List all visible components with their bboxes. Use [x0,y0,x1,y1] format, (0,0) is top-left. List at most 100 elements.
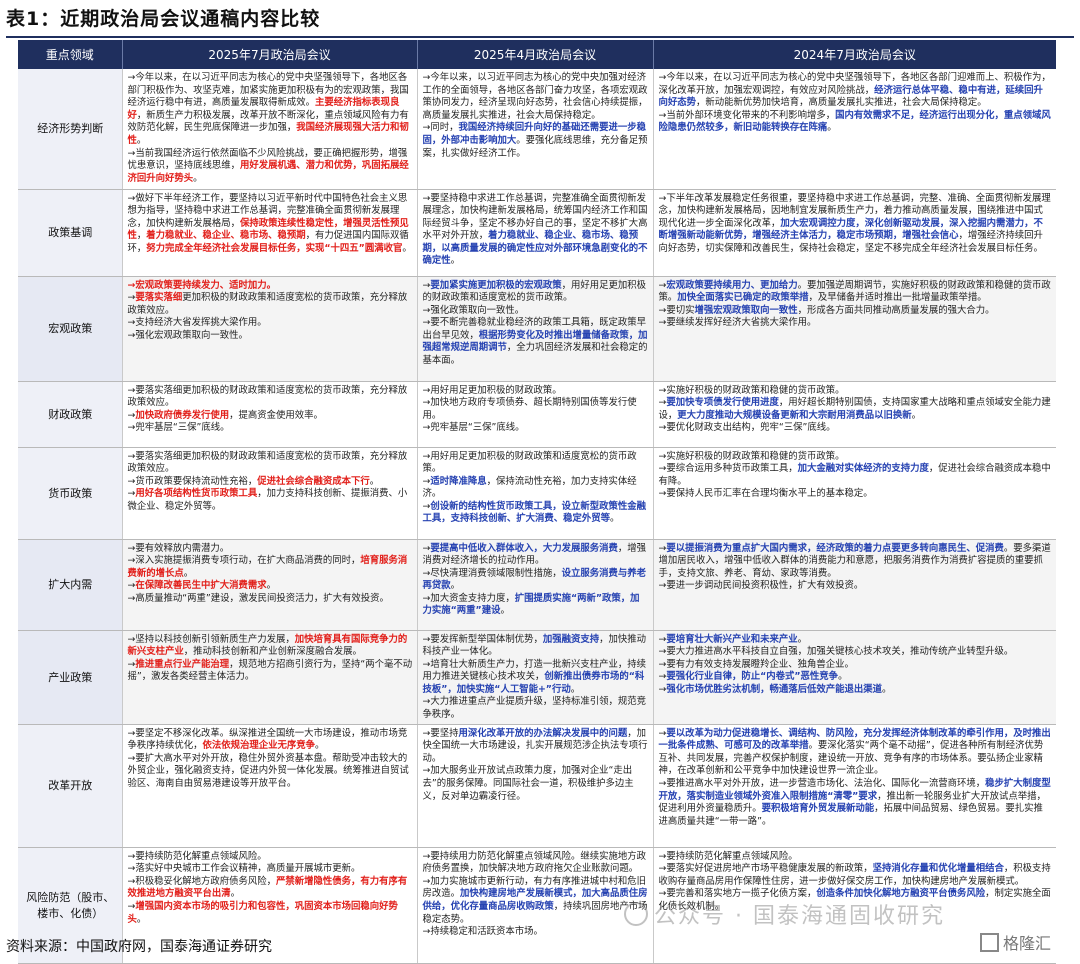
cell-paragraph: →要持续防范化解重点领域风险。 [659,851,1053,864]
cell-text: →货币政策要保持流动性充裕， [127,475,258,487]
cell-text: →要发挥新型举国体制优势， [422,633,543,645]
cell-paragraph: →当前外部环境变化带来的不利影响增多，国内有效需求不足，经济运行出现分化，重点领… [659,110,1053,135]
cell-text: →兜牢基层“三保”底线。 [127,422,230,434]
cell-paragraph: →高质量推动“两重”建设，激发民间投资活力，扩大有效投资。 [128,593,413,606]
row-area-label: 财政政策 [18,381,123,448]
cell-paragraph: →要扩大高水平对外开放，稳住外贸外资基本盘。帮助受冲击较大的外贸企业，强化融资支… [128,753,413,791]
cell-text: →要落实好促进房地产市场平稳健康发展的新政策， [658,863,873,875]
cell-paragraph: →兜牢基层“三保”底线。 [423,422,649,435]
highlight-blue-text: 要以提振消费为重点扩大国内需求，经济政策的着力点要更多转向惠民生、促消费 [666,542,1004,554]
cell-text: →深入实施提振消费专项行动，在扩大商品消费的同时， [127,555,361,567]
highlight-red-text: 增强国内资本市场的吸引力和包容性，巩固资本市场回稳向好势头 [127,901,398,925]
cell-paragraph: →加快政府债券发行使用，提高资金使用效率。 [128,410,413,423]
highlight-blue-text: 宏观政策要持续用力、更加给力 [666,279,798,291]
cell-col-2025-07: →要落实落细更加积极的财政政策和适度宽松的货币政策，充分释放政策效应。 →货币政策… [122,447,418,540]
cell-paragraph: →当前我国经济运行依然面临不少风险挑战，要正确把握形势，增强忧患意识，坚持底线思… [128,148,413,186]
cell-paragraph: →要落实落细更加积极的财政政策和适度宽松的货币政策，充分释放政策效应。 [128,451,413,476]
cell-text: ，及早储备并适时推出一批增量政策举措。 [808,292,987,304]
cell-col-2025-07: →做好下半年经济工作，要坚持以习近平新时代中国特色社会主义思想为指导，坚持稳中求… [122,189,418,277]
highlight-red-text: 在保障改善民生中扩大消费需求 [135,580,267,592]
cell-paragraph: →持续稳定和活跃资本市场。 [423,926,649,939]
cell-text: →要落实落细更加积极的财政政策和适度宽松的货币政策，充分释放政策效应。 [127,384,408,409]
cell-text: 。 [450,580,461,592]
highlight-blue-text: 加快全面落实已确定的政策举措 [677,292,809,304]
highlight-blue-text: 用深化改革开放的办法解决发展中的问题 [458,727,628,739]
cell-text: →加快地方政府专项债券、超长期特别国债等发行使用。 [422,397,637,421]
cell-text: →要切实 [658,304,695,316]
cell-text: →要继续发挥好经济大省挑大梁作用。 [658,317,817,329]
table-row: 扩大内需 →要有效释放内需潜力。 →深入实施提振消费专项行动，在扩大商品消费的同时，… [18,539,1056,631]
cell-col-2025-07: →坚持以科技创新引领新质生产力发展，加快培育具有国际竞争力的新兴支柱产业，推动科… [122,630,418,725]
cell-text: →要有力有效支持发展瞪羚企业、独角兽企业。 [658,658,854,670]
highlight-red-text: 依法依规治理企业无序竞争 [202,740,316,752]
cell-col-2024-07: →下半年改革发展稳定任务很重，要坚持稳中求进工作总基调，完整、准确、全面贯彻新发… [653,189,1056,277]
table-row: 经济形势判断 →今年以来，在以习近平同志为核心的党中央坚强领导下，各地区各部门积极… [18,69,1056,190]
cell-paragraph: →要培育壮大新兴产业和未来产业。 [659,634,1053,647]
table-row: 财政政策 →要落实落细更加积极的财政政策和适度宽松的货币政策，充分释放政策效应。 →… [18,381,1056,448]
cell-text: →今年以来，以习近平同志为核心的党中央加强对经济工作的全面领导，各地区各部门奋力… [422,72,648,121]
cell-paragraph: →要以提振消费为重点扩大国内需求，经济政策的着力点要更多转向惠民生、促消费。要多… [659,543,1053,581]
cell-text: 。 [797,633,808,645]
cell-col-2025-04: →要持续用力防范化解重点领域风险。继续实施地方政府债务置换，加快解决地方政府拖欠… [417,847,654,964]
cell-paragraph: →要不断完善稳就业稳经济的政策工具箱，既定政策早出台早见效，根据形势变化及时推出… [423,317,649,367]
cell-text: 。 [193,172,203,184]
logo: 格隆汇 [980,930,1051,954]
cell-paragraph: →增强国内资本市场的吸引力和包容性，巩固资本市场回稳向好势头。 [128,901,413,926]
cell-text: 。 [266,580,277,592]
cell-paragraph: →要切实增强宏观政策取向一致性，形成各方面共同推动高质量发展的强大合力。 [659,305,1053,318]
cell-text: →加大资金支持力度， [422,592,515,604]
table-row: 产业政策 →坚持以科技创新引领新质生产力发展，加快培育具有国际竞争力的新兴支柱产业… [18,630,1056,725]
cell-paragraph: →要坚定不移深化改革。纵深推进全国统一大市场建设，推动市场竞争秩序持续优化，依法… [128,728,413,753]
cell-paragraph: →加大资金支持力度，扩围提质实施“两新”政策，加力实施“两重”建设。 [423,593,649,618]
highlight-blue-text: 要加紧实施更加积极的宏观政策 [430,279,562,291]
cell-col-2024-07: →要以提振消费为重点扩大国内需求，经济政策的着力点要更多转向惠民生、促消费。要多… [653,539,1056,631]
highlight-red-text: 要落实落细 [135,292,183,304]
cell-col-2025-07: →要坚定不移深化改革。纵深推进全国统一大市场建设，推动市场竞争秩序持续优化，依法… [122,724,418,848]
cell-text: 。 [230,888,241,900]
cell-text: →实施好积极的财政政策和稳健的货币政策。 [658,450,845,462]
cell-paragraph: →要进一步调动民间投资积极性，扩大有效投资。 [659,580,1053,593]
cell-text: →要大力推进高水平科技自立自强，加强关键核心技术攻关，推动传统产业转型升级。 [658,646,1014,658]
table-row: 宏观政策 →宏观政策要持续发力、适时加力。 →要落实落细更加积极的财政政策和适度宽松… [18,276,1056,382]
cell-paragraph: →做好下半年经济工作，要坚持以习近平新时代中国特色社会主义思想为指导，坚持稳中求… [128,193,413,256]
cell-paragraph: →创设新的结构性货币政策工具，设立新型政策性金融工具，支持科技创新、扩大消费、稳… [423,501,649,526]
cell-col-2025-04: →要发挥新型举国体制优势，加强融资支持，加快推动科技产业一体化。 →培育壮大新质生… [417,630,654,725]
cell-paragraph: →要落实落细更加积极的财政政策和适度宽松的货币政策，充分释放政策效应。 [128,385,413,410]
cell-paragraph: →要提高中低收入群体收入，大力发展服务消费，增强消费对经济增长的拉动作用。 [423,543,649,568]
cell-text: →当前外部环境变化带来的不利影响增多， [658,109,836,121]
cell-paragraph: →坚持以科技创新引领新质生产力发展，加快培育具有国际竞争力的新兴支柱产业，推动科… [128,634,413,659]
cell-paragraph: →实施好积极的财政政策和稳健的货币政策。 [659,385,1053,398]
cell-col-2024-07: →宏观政策要持续用力、更加给力。要加强逆周期调节，实施好积极的财政政策和稳健的货… [653,276,1056,382]
highlight-red-text: 努力完成全年经济社会发展目标任务，实现“十四五”圆满收官 [146,242,403,254]
cell-text: →要落实落细更加积极的财政政策和适度宽松的货币政策，充分释放政策效应。 [127,450,408,475]
cell-text: →支持经济大省发挥挑大梁作用。 [127,317,267,329]
highlight-red-text: 推进重点行业产能治理 [135,658,230,670]
cell-col-2025-04: →用好用足更加积极的财政政策。 →加快地方政府专项债券、超长期特别国债等发行使用。… [417,381,654,448]
highlight-red-text: →宏观政策要持续发力、适时加力。 [127,279,276,291]
header-2024-07: 2024年7月政治局会议 [653,40,1056,69]
cell-paragraph: →同时，我国经济持续回升向好的基础还需要进一步稳固，外部冲击影响加大。要强化底线… [423,122,649,160]
cell-paragraph: →要落实好促进房地产市场平稳健康发展的新政策，坚持消化存量和优化增量相结合，积极… [659,863,1053,888]
cell-text: ，推动科技创新和产业创新深度融合发展。 [183,646,362,658]
title-rule [6,36,1074,38]
cell-paragraph: →尽快清理消费领域限制性措施，设立服务消费与养老再贷款。 [423,568,649,593]
cell-paragraph: →货币政策要保持流动性充裕，促进社会综合融资成本下行。 [128,476,413,489]
watermark-text: 公众号 · 国泰海通固收研究 [654,904,945,929]
cell-paragraph: →要综合运用多种货币政策工具，加大金融对实体经济的支持力度，促进社会综合融资成本… [659,463,1053,488]
header-2025-07: 2025年7月政治局会议 [122,40,418,69]
watermark: 公众号 · 国泰海通固收研究 [624,898,945,930]
cell-text: 。 [838,671,848,683]
highlight-blue-text: 坚持消化存量和优化增量相结合 [872,863,1004,875]
cell-text: →要有效释放内需潜力。 [127,542,230,554]
cell-paragraph: →要加快专项债发行使用进度，用好超长期特别国债，支持国家重大战略和重点领域安全能… [659,397,1053,422]
table-header-row: 重点领域 2025年7月政治局会议 2025年4月政治局会议 2024年7月政治… [18,40,1056,69]
cell-text: ， [136,230,147,242]
source-note: 资料来源：中国政府网，国泰海通证券研究 [6,939,272,955]
cell-text: →要保持人民币汇率在合理均衡水平上的基本稳定。 [658,488,873,500]
cell-paragraph: →加快地方政府专项债券、超长期特别国债等发行使用。 [423,397,649,422]
cell-col-2025-04: →要加紧实施更加积极的宏观政策，用好用足更加积极的财政政策和适度宽松的货币政策。… [417,276,654,382]
cell-paragraph: →宏观政策要持续用力、更加给力。要加强逆周期调节，实施好积极的财政政策和稳健的货… [659,280,1053,305]
highlight-red-text: 加快政府债券发行使用 [135,409,230,421]
cell-paragraph: →强化政策取向一致性。 [423,305,649,318]
cell-text: ，新动能新优势加快培育，高质量发展扎实推进，社会大局保持稳定。 [696,97,987,109]
